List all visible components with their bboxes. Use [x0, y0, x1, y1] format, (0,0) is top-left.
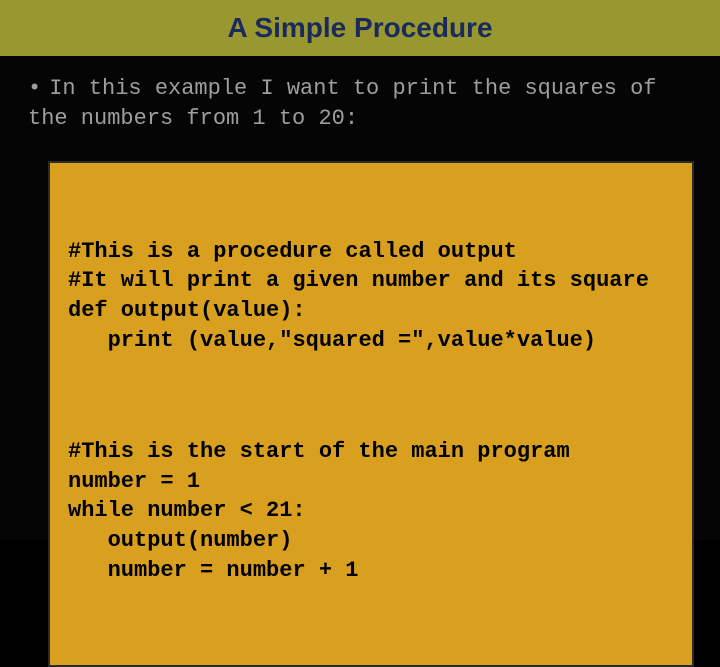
code-box: #This is a procedure called output #It w… [48, 161, 694, 666]
slide: A Simple Procedure •In this example I wa… [0, 0, 720, 540]
slide-title: A Simple Procedure [0, 0, 720, 56]
code-block-procedure: #This is a procedure called output #It w… [68, 237, 674, 356]
bullet-icon: • [28, 74, 41, 104]
code-block-main: #This is the start of the main program n… [68, 437, 674, 585]
intro-paragraph: •In this example I want to print the squ… [0, 56, 720, 145]
intro-text: In this example I want to print the squa… [28, 76, 657, 131]
